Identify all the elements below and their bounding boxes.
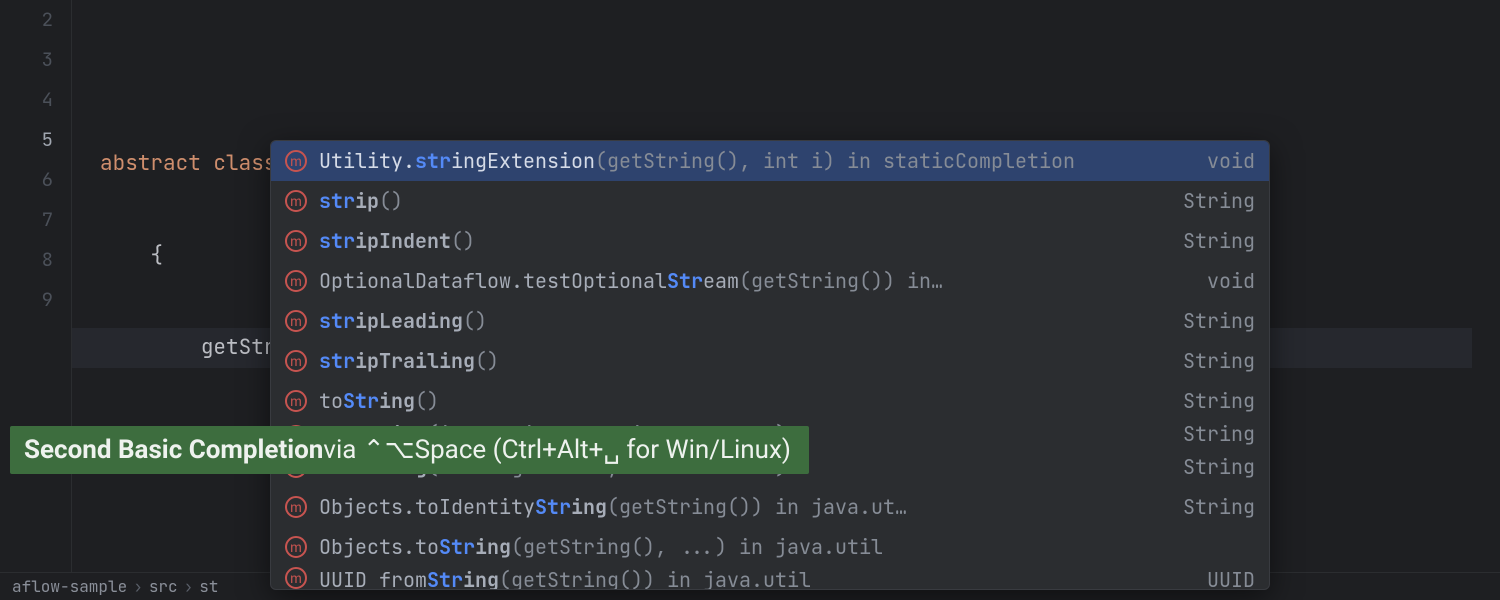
completion-return-type: UUID (1197, 567, 1255, 589)
code-editor[interactable]: 2 3 4 5 6 7 8 9 abstract class Usage { {… (0, 0, 1500, 600)
completion-return-type: String (1173, 421, 1255, 447)
breadcrumb-item[interactable]: st (193, 576, 224, 597)
method-icon: m (285, 536, 307, 558)
line-number: 4 (0, 80, 71, 120)
line-number: 9 (0, 280, 71, 320)
method-icon: m (285, 310, 307, 332)
line-number: 8 (0, 240, 71, 280)
completion-signature: toString() (319, 388, 1161, 414)
completion-signature: Utility.stringExtension(getString(), int… (319, 148, 1185, 174)
line-number-current: 5 (0, 120, 71, 160)
completion-item-selected[interactable]: m Utility.stringExtension(getString(), in… (271, 141, 1269, 181)
completion-signature: stripLeading() (319, 308, 1161, 334)
completion-popup[interactable]: m Utility.stringExtension(getString(), in… (270, 140, 1270, 590)
method-icon: m (285, 390, 307, 412)
breadcrumb-item[interactable]: aflow-sample (6, 576, 133, 597)
chevron-right-icon: › (184, 576, 194, 597)
completion-return-type: void (1197, 268, 1255, 294)
line-number: 2 (0, 0, 71, 40)
method-icon: m (285, 270, 307, 292)
method-icon: m (285, 150, 307, 172)
breadcrumb-item[interactable]: src (143, 576, 184, 597)
code-line[interactable] (100, 52, 1500, 92)
method-icon: m (285, 496, 307, 518)
completion-signature: Objects.toString(getString(), ...) in ja… (319, 534, 1233, 560)
completion-return-type: String (1173, 388, 1255, 414)
completion-signature: UUID fromString(getString()) in java.uti… (319, 567, 1185, 589)
completion-item[interactable]: m Objects.toString(getString(), ...) in j… (271, 527, 1269, 567)
completion-signature: strip() (319, 188, 1161, 214)
tip-banner: Second Basic Completion via ⌃⌥Space (Ctr… (10, 426, 809, 474)
completion-item[interactable]: m OptionalDataflow.testOptionalStream(get… (271, 261, 1269, 301)
method-icon: m (285, 350, 307, 372)
completion-signature: stripTrailing() (319, 348, 1161, 374)
completion-item[interactable]: m toString() String (271, 381, 1269, 421)
completion-signature: Objects.toIdentityString(getString()) in… (319, 494, 1161, 520)
completion-return-type: String (1173, 228, 1255, 254)
line-number: 6 (0, 160, 71, 200)
completion-item[interactable]: m UUID fromString(getString()) in java.ut… (271, 567, 1269, 589)
completion-return-type: String (1173, 348, 1255, 374)
line-number: 3 (0, 40, 71, 80)
line-number-gutter: 2 3 4 5 6 7 8 9 (0, 0, 72, 600)
completion-item[interactable]: m stripIndent() String (271, 221, 1269, 261)
completion-item[interactable]: m stripLeading() String (271, 301, 1269, 341)
completion-item[interactable]: m stripTrailing() String (271, 341, 1269, 381)
completion-item[interactable]: m Objects.toIdentityString(getString()) i… (271, 487, 1269, 527)
completion-return-type: String (1173, 494, 1255, 520)
completion-return-type: void (1197, 148, 1255, 174)
completion-signature: OptionalDataflow.testOptionalStream(getS… (319, 268, 1185, 294)
line-number: 7 (0, 200, 71, 240)
completion-return-type: String (1173, 454, 1255, 480)
method-icon: m (285, 230, 307, 252)
completion-item[interactable]: m strip() String (271, 181, 1269, 221)
chevron-right-icon: › (133, 576, 143, 597)
completion-return-type: String (1173, 308, 1255, 334)
tip-banner-title: Second Basic Completion (24, 435, 323, 465)
completion-return-type: String (1173, 188, 1255, 214)
completion-signature: stripIndent() (319, 228, 1161, 254)
method-icon: m (285, 567, 307, 589)
tip-banner-text: via ⌃⌥Space (Ctrl+Alt+␣ for Win/Linux) (323, 435, 791, 465)
method-icon: m (285, 190, 307, 212)
